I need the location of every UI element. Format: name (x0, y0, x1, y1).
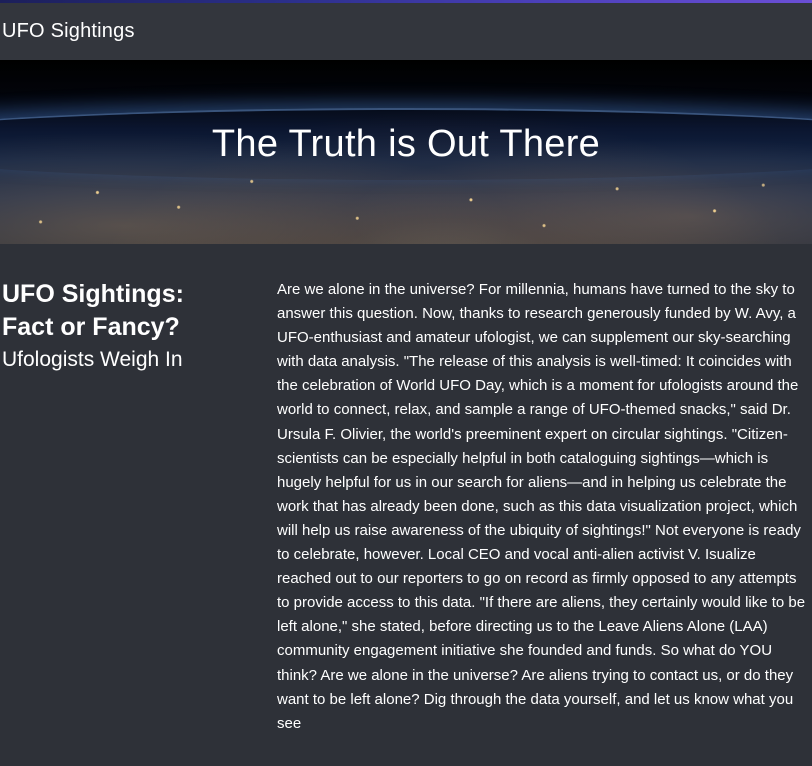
navbar: UFO Sightings (0, 3, 812, 60)
article-body: Are we alone in the universe? For millen… (277, 281, 806, 732)
main-content: UFO Sightings: Fact or Fancy? Ufologists… (0, 244, 812, 766)
article-sidebar: UFO Sightings: Fact or Fancy? Ufologists… (2, 278, 242, 374)
hero-title: The Truth is Out There (211, 123, 601, 165)
article-subheadline: Ufologists Weigh In (2, 348, 183, 371)
article-headline: UFO Sightings: Fact or Fancy? (2, 280, 184, 341)
hero-banner: The Truth is Out There (0, 60, 812, 244)
navbar-brand-link[interactable]: UFO Sightings (2, 20, 135, 43)
